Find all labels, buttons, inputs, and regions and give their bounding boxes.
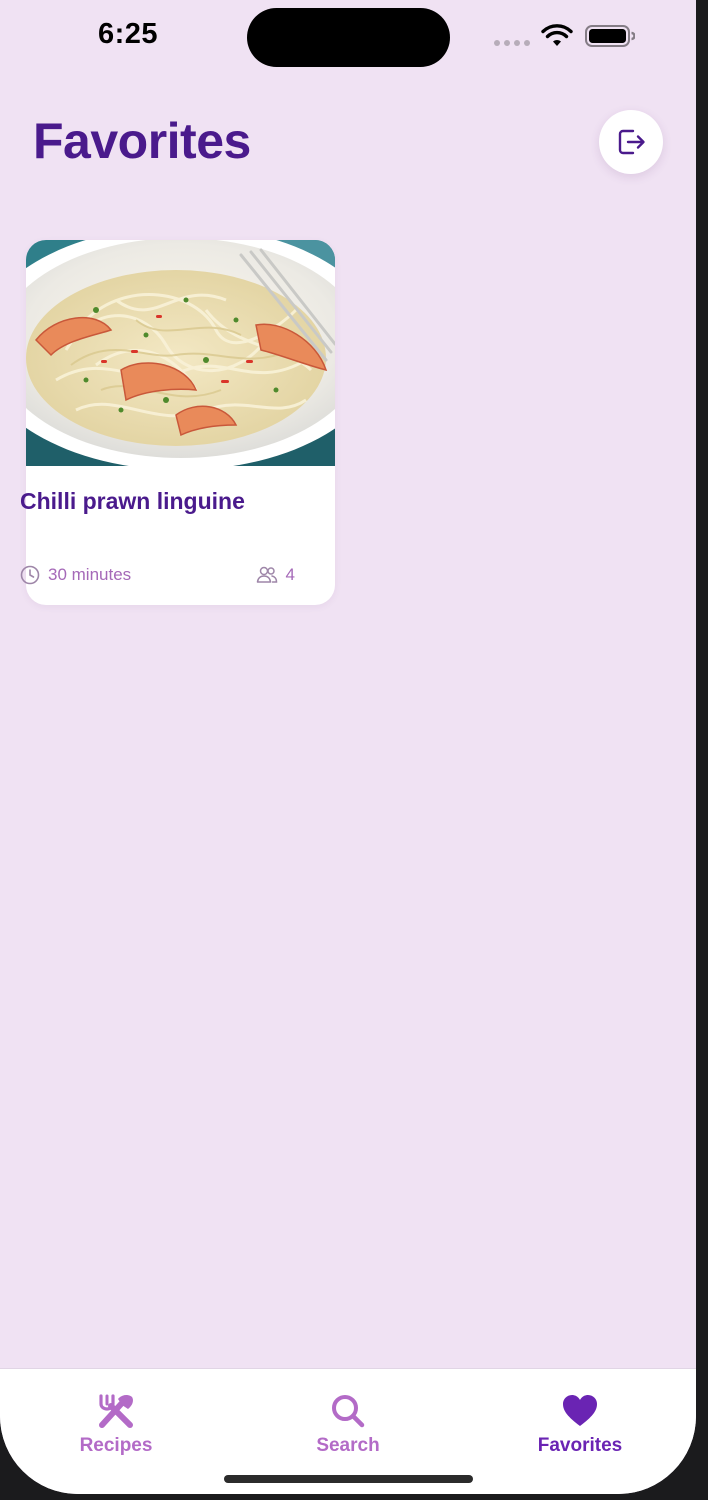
app-screen: 6:25 Favorites Chilli prawn linguine 30 …	[0, 0, 696, 1494]
clock-icon	[20, 565, 40, 585]
page-title: Favorites	[33, 113, 251, 169]
utensils-icon	[99, 1394, 133, 1428]
dynamic-island	[247, 8, 450, 67]
tab-search-label: Search	[316, 1435, 380, 1456]
cook-time-value: 30 minutes	[48, 565, 132, 584]
people-icon	[256, 566, 277, 583]
heart-icon	[563, 1395, 597, 1426]
home-indicator[interactable]	[224, 1475, 473, 1483]
recipe-meta: 30 minutes 4	[20, 563, 295, 587]
tab-recipes[interactable]: Recipes	[41, 1391, 191, 1461]
tab-favorites[interactable]: Favorites	[505, 1391, 655, 1461]
wifi-icon	[541, 24, 573, 46]
cook-time: 30 minutes	[20, 565, 131, 585]
recipe-title: Chilli prawn linguine	[20, 488, 245, 514]
tab-favorites-label: Favorites	[537, 1435, 623, 1456]
logout-icon	[618, 129, 645, 155]
status-time: 6:25	[98, 18, 159, 50]
recipe-image	[26, 240, 335, 466]
battery-icon	[585, 25, 635, 47]
servings-value: 4	[285, 565, 295, 584]
logout-button[interactable]	[599, 110, 663, 174]
signal-icon	[494, 40, 530, 46]
tab-recipes-label: Recipes	[79, 1435, 153, 1456]
recipe-card[interactable]	[26, 240, 335, 605]
search-icon	[332, 1395, 365, 1428]
tab-search[interactable]: Search	[273, 1391, 423, 1461]
servings: 4	[256, 565, 295, 585]
